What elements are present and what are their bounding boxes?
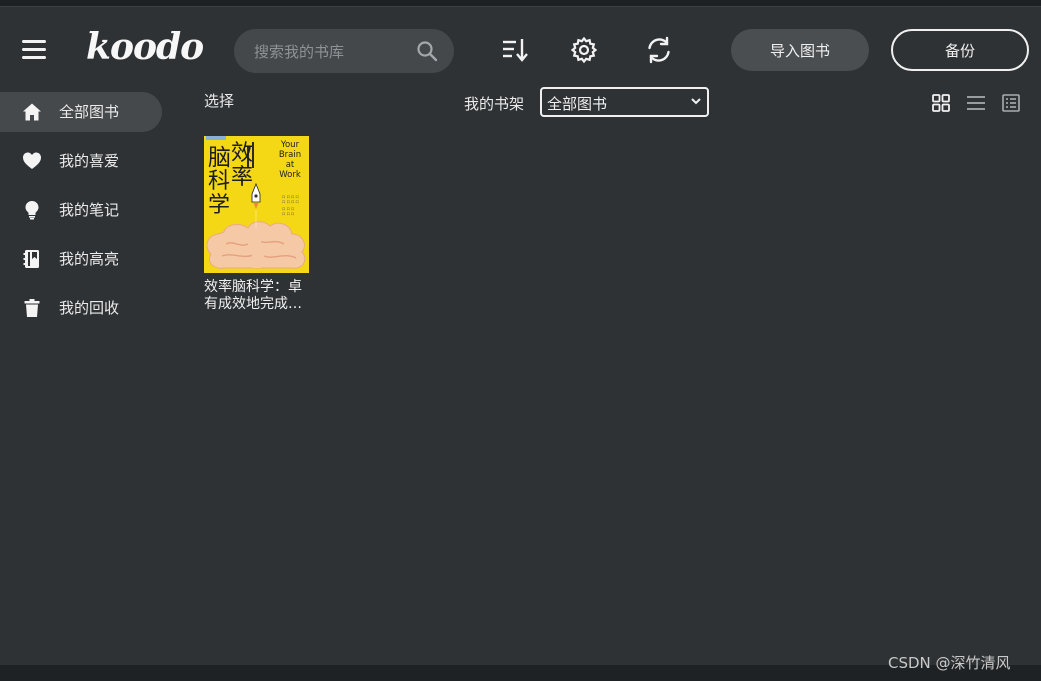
- search-bar[interactable]: [234, 29, 454, 73]
- bulb-icon: [25, 201, 39, 220]
- book-title[interactable]: 效率脑科学：卓有成效地完成…: [204, 279, 312, 313]
- select-mode-button[interactable]: 选择: [204, 90, 234, 111]
- sync-icon[interactable]: [645, 36, 673, 64]
- chevron-down-icon: [691, 98, 701, 105]
- highlight-book-icon: [23, 250, 39, 268]
- sort-icon[interactable]: [501, 36, 529, 64]
- sidebar-item-label: 我的回收: [59, 299, 120, 317]
- book-cover[interactable]: ロ ロ ロ ロ ロ ロ ロ ロ ロ ロ ロ ロ ロ ロ 效率 脑 科学 Your…: [204, 136, 309, 273]
- sidebar-item-notes[interactable]: 我的笔记: [0, 190, 170, 230]
- hamburger-menu-icon[interactable]: [22, 40, 46, 60]
- list-view-icon[interactable]: [966, 93, 986, 113]
- svg-text:ロ ロ ロ ロ: ロ ロ ロ ロ: [282, 200, 299, 204]
- sidebar-item-favorites[interactable]: 我的喜爱: [0, 141, 170, 181]
- sidebar-item-label: 全部图书: [59, 103, 120, 121]
- heart-icon: [23, 152, 41, 169]
- search-input[interactable]: [252, 40, 416, 64]
- detail-view-icon[interactable]: [1001, 93, 1021, 113]
- sidebar-item-label: 我的笔记: [59, 201, 120, 219]
- sidebar-item-label: 我的高亮: [59, 250, 120, 268]
- cover-en-title-line: Your: [280, 140, 300, 150]
- cover-en-title-line: Brain: [278, 150, 302, 160]
- cover-en-title: Your Brain at Work: [276, 140, 304, 180]
- taskbar-strip: [0, 665, 1041, 681]
- cover-en-title-line: at: [285, 160, 295, 170]
- cover-en-title-line: Work: [279, 170, 301, 180]
- sidebar-item-trash[interactable]: 我的回收: [0, 288, 170, 328]
- trash-icon: [24, 299, 40, 317]
- shelf-dropdown-value: 全部图书: [547, 95, 608, 113]
- watermark: CSDN @深竹清风: [888, 654, 1011, 672]
- import-books-button[interactable]: 导入图书: [731, 29, 869, 71]
- home-icon: [23, 103, 41, 121]
- cover-cn-title-line: 科学: [208, 169, 231, 218]
- sidebar-item-highlights[interactable]: 我的高亮: [0, 239, 170, 279]
- sidebar-item-label: 我的喜爱: [59, 152, 120, 170]
- sidebar-item-all-books[interactable]: 全部图书: [0, 92, 162, 132]
- book-card[interactable]: ロ ロ ロ ロ ロ ロ ロ ロ ロ ロ ロ ロ ロ ロ 效率 脑 科学 Your…: [204, 136, 310, 313]
- grid-view-icon[interactable]: [931, 93, 951, 113]
- search-icon[interactable]: [416, 40, 438, 62]
- svg-text:ロ ロ ロ ロ: ロ ロ ロ ロ: [282, 195, 299, 199]
- app-logo: koodo: [86, 26, 204, 68]
- cover-cn-title-line: 效率: [231, 141, 254, 190]
- gear-icon[interactable]: [570, 36, 598, 64]
- svg-text:ロ ロ ロ: ロ ロ ロ: [282, 207, 294, 211]
- cover-cn-title-line: 脑: [208, 145, 231, 171]
- shelf-label: 我的书架: [464, 95, 525, 113]
- window-top-strip: [0, 0, 1041, 7]
- backup-button[interactable]: 备份: [891, 29, 1029, 71]
- svg-text:ロ ロ ロ: ロ ロ ロ: [282, 212, 294, 216]
- shelf-dropdown[interactable]: 全部图书: [540, 87, 709, 117]
- sidebar: 全部图书 我的喜爱 我的笔记 我的高亮 我的回收: [0, 92, 170, 337]
